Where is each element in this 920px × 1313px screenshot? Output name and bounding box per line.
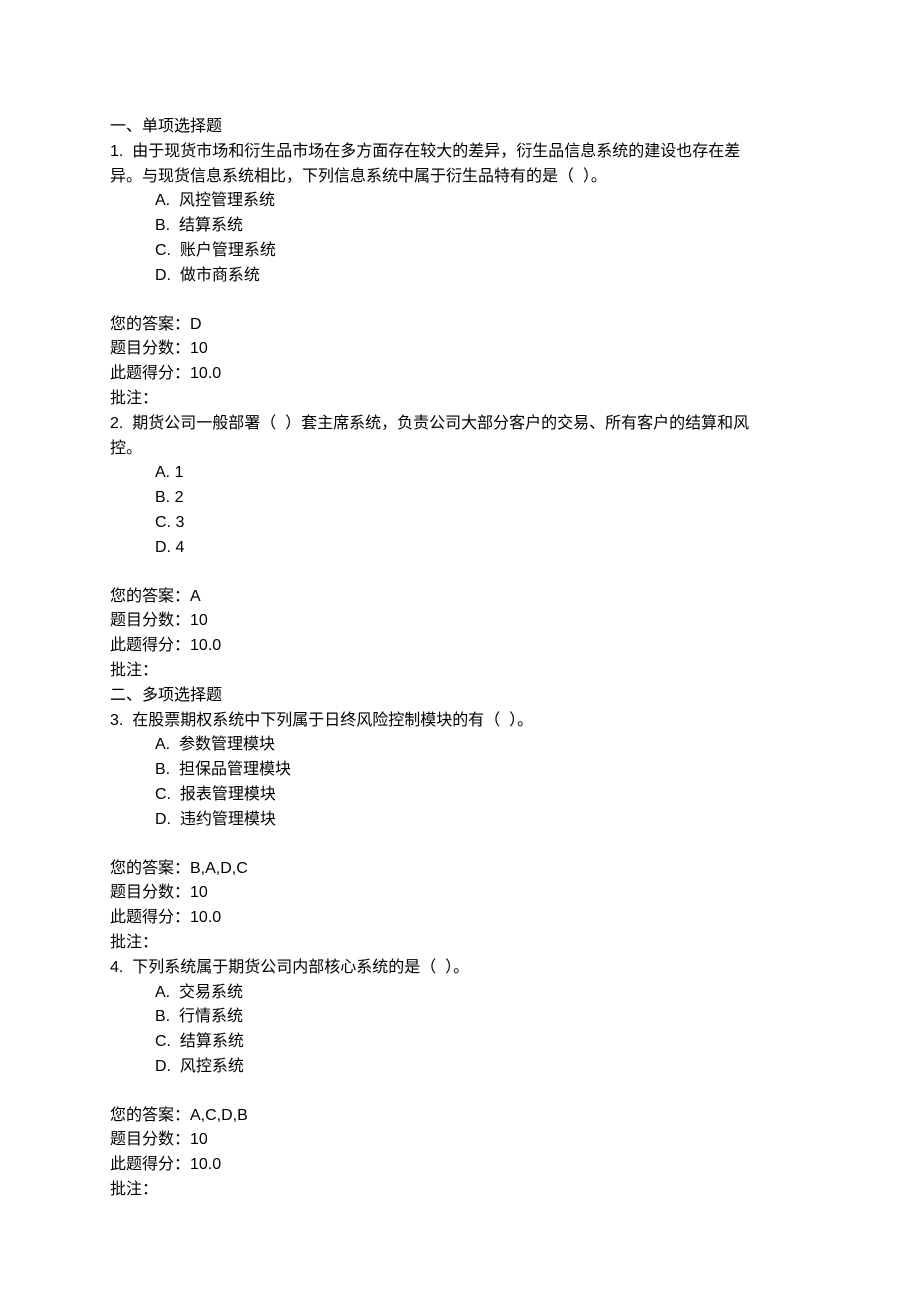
q4-option-d: D. 风控系统 (110, 1055, 810, 1080)
q2-option-d: D. 4 (110, 536, 810, 561)
q3-option-d: D. 违约管理模块 (110, 808, 810, 833)
q4-option-a: A. 交易系统 (110, 981, 810, 1006)
blank-line (110, 1080, 810, 1104)
q2-option-b: B. 2 (110, 486, 810, 511)
q3-option-a: A. 参数管理模块 (110, 733, 810, 758)
q2-remark: 批注： (110, 659, 810, 684)
q4-remark: 批注： (110, 1178, 810, 1203)
q1-option-c: C. 账户管理系统 (110, 239, 810, 264)
q4-got-score: 此题得分：10.0 (110, 1153, 810, 1178)
q2-stem-line1: 2. 期货公司一般部署（ ）套主席系统，负责公司大部分客户的交易、所有客户的结算… (110, 412, 810, 437)
q4-stem: 4. 下列系统属于期货公司内部核心系统的是（ ）。 (110, 956, 810, 981)
q1-full-score: 题目分数：10 (110, 337, 810, 362)
section-1-title: 一、单项选择题 (110, 115, 810, 140)
blank-line (110, 561, 810, 585)
q3-stem: 3. 在股票期权系统中下列属于日终风险控制模块的有（ ）。 (110, 709, 810, 734)
q4-option-c: C. 结算系统 (110, 1030, 810, 1055)
q3-got-score: 此题得分：10.0 (110, 906, 810, 931)
q1-remark: 批注： (110, 387, 810, 412)
q2-your-answer: 您的答案：A (110, 585, 810, 610)
q2-full-score: 题目分数：10 (110, 609, 810, 634)
blank-line (110, 833, 810, 857)
q1-got-score: 此题得分：10.0 (110, 362, 810, 387)
q2-option-a: A. 1 (110, 461, 810, 486)
q3-remark: 批注： (110, 931, 810, 956)
q1-option-a: A. 风控管理系统 (110, 189, 810, 214)
q3-option-b: B. 担保品管理模块 (110, 758, 810, 783)
q4-your-answer: 您的答案：A,C,D,B (110, 1104, 810, 1129)
q2-got-score: 此题得分：10.0 (110, 634, 810, 659)
section-2-title: 二、多项选择题 (110, 684, 810, 709)
q4-full-score: 题目分数：10 (110, 1128, 810, 1153)
q1-option-d: D. 做市商系统 (110, 264, 810, 289)
q2-option-c: C. 3 (110, 511, 810, 536)
q1-stem-line2: 异。与现货信息系统相比，下列信息系统中属于衍生品特有的是（ ）。 (110, 165, 810, 190)
q1-option-b: B. 结算系统 (110, 214, 810, 239)
q1-stem-line1: 1. 由于现货市场和衍生品市场在多方面存在较大的差异，衍生品信息系统的建设也存在… (110, 140, 810, 165)
q3-option-c: C. 报表管理模块 (110, 783, 810, 808)
q1-your-answer: 您的答案：D (110, 313, 810, 338)
q2-stem-line2: 控。 (110, 437, 810, 462)
q3-full-score: 题目分数：10 (110, 881, 810, 906)
blank-line (110, 289, 810, 313)
q4-option-b: B. 行情系统 (110, 1005, 810, 1030)
q3-your-answer: 您的答案：B,A,D,C (110, 857, 810, 882)
